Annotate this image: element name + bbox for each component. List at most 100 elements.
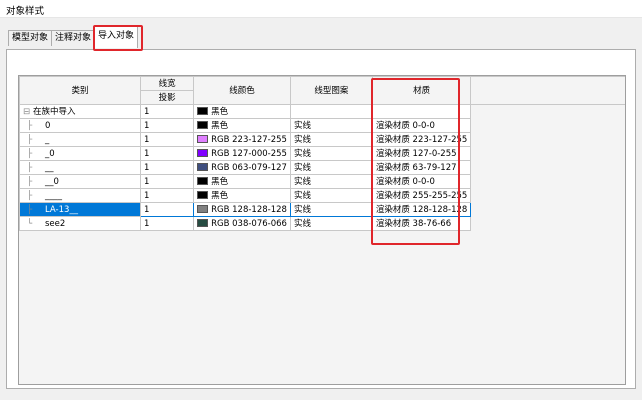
header-line-color[interactable]: 线颜色 (193, 76, 291, 105)
header-filler (470, 76, 625, 105)
cell-line-pattern[interactable]: 实线 (289, 160, 373, 175)
cell-line-pattern[interactable]: 实线 (289, 132, 373, 147)
cell-category[interactable]: └ see2 (18, 216, 142, 231)
cell-material[interactable]: 渲染材质 127-0-255 (371, 146, 472, 161)
tab-imported-objects[interactable]: 导入对象 (94, 26, 139, 48)
color-swatch-icon (197, 120, 209, 129)
table-row[interactable]: ├ __ 1 RGB 063-079-127 实线 渲染材质 63-79-127 (18, 160, 625, 175)
tab-content-panel: 类别 线宽 线颜色 线型图案 材质 投影 ⊟ 在族中导入 1 黑色 ├ 0 1 黑色 实线 渲染材… (6, 49, 636, 389)
material-value: 渲染材质 38-76-66 (375, 218, 452, 229)
cell-category[interactable]: ├ LA-13__ (18, 202, 142, 217)
cell-line-weight[interactable]: 1 (140, 104, 195, 119)
table-row[interactable]: └ see2 1 RGB 038-076-066 实线 渲染材质 38-76-66 (18, 216, 625, 231)
cell-filler (470, 118, 625, 133)
cell-line-color[interactable]: 黑色 (193, 118, 291, 133)
table-row[interactable]: ├ LA-13__ 1 RGB 128-128-128 实线 渲染材质 128-128-1… (18, 202, 625, 217)
cell-line-color[interactable]: RGB 063-079-127 (193, 160, 291, 175)
collapse-toggle-icon[interactable]: ⊟ (23, 106, 33, 118)
cell-material[interactable]: 渲染材质 63-79-127 (371, 160, 472, 175)
tree-line-icon: ├ (27, 162, 33, 173)
tab-strip: 模型对象 注释对象 导入对象 (0, 18, 642, 50)
window-title: 对象样式 (6, 6, 45, 17)
header-category[interactable]: 类别 (18, 76, 142, 105)
tab-model-objects[interactable]: 模型对象 (8, 30, 53, 46)
line-color-value: RGB 128-128-128 (211, 204, 287, 215)
cell-category[interactable]: ├ __ (18, 160, 142, 175)
cell-line-weight[interactable]: 1 (140, 146, 195, 161)
cell-line-pattern[interactable] (289, 104, 373, 119)
line-weight-value: 1 (144, 204, 150, 215)
cell-line-weight[interactable]: 1 (140, 160, 195, 175)
cell-filler (470, 132, 625, 147)
cell-line-pattern[interactable]: 实线 (289, 216, 373, 231)
category-label: __0 (45, 176, 59, 187)
cell-category[interactable]: ├ _0 (18, 146, 142, 161)
table-row[interactable]: ⊟ 在族中导入 1 黑色 (18, 104, 625, 119)
cell-line-color[interactable]: RGB 038-076-066 (193, 216, 291, 231)
cell-category[interactable]: ├ __0 (18, 174, 142, 189)
color-swatch-icon (197, 190, 209, 199)
cell-category[interactable]: ⊟ 在族中导入 (18, 104, 142, 119)
line-weight-value: 1 (144, 148, 150, 159)
line-weight-value: 1 (144, 218, 150, 229)
cell-line-pattern[interactable]: 实线 (289, 174, 373, 189)
header-material[interactable]: 材质 (371, 76, 472, 105)
category-label: see2 (45, 218, 66, 229)
material-value: 渲染材质 223-127-255 (375, 134, 468, 145)
cell-material[interactable]: 渲染材质 223-127-255 (371, 132, 472, 147)
cell-line-pattern[interactable]: 实线 (289, 202, 373, 217)
cell-line-color[interactable]: 黑色 (193, 188, 291, 203)
table-row[interactable]: ├ _ 1 RGB 223-127-255 实线 渲染材质 223-127-255 (18, 132, 625, 147)
category-label: _0 (45, 148, 55, 159)
cell-line-weight[interactable]: 1 (140, 216, 195, 231)
cell-line-color[interactable]: 黑色 (193, 104, 291, 119)
line-weight-value: 1 (144, 120, 150, 131)
cell-line-pattern[interactable]: 实线 (289, 118, 373, 133)
cell-line-weight[interactable]: 1 (140, 188, 195, 203)
cell-line-pattern[interactable]: 实线 (289, 188, 373, 203)
line-pattern-value: 实线 (293, 204, 311, 215)
cell-line-color[interactable]: 黑色 (193, 174, 291, 189)
line-color-value: 黑色 (211, 190, 229, 201)
cell-line-color[interactable]: RGB 223-127-255 (193, 132, 291, 147)
cell-category[interactable]: ├ 0 (18, 118, 142, 133)
cell-line-pattern[interactable]: 实线 (289, 146, 373, 161)
cell-material[interactable]: 渲染材质 255-255-255 (371, 188, 472, 203)
cell-material[interactable] (371, 104, 472, 119)
cell-line-weight[interactable]: 1 (140, 132, 195, 147)
tab-annotation-objects[interactable]: 注释对象 (51, 30, 96, 46)
category-label: 在族中导入 (33, 106, 76, 117)
cell-line-weight[interactable]: 1 (140, 202, 195, 217)
cell-filler (470, 216, 625, 231)
cell-category[interactable]: ├ _ (18, 132, 142, 147)
line-pattern-value: 实线 (293, 120, 311, 131)
cell-category[interactable]: ├ ____ (18, 188, 142, 203)
cell-material[interactable]: 渲染材质 0-0-0 (371, 118, 472, 133)
table-row[interactable]: ├ ____ 1 黑色 实线 渲染材质 255-255-255 (18, 188, 625, 203)
table-row[interactable]: ├ 0 1 黑色 实线 渲染材质 0-0-0 (18, 118, 625, 133)
cell-line-color[interactable]: RGB 128-128-128 (193, 202, 291, 217)
line-pattern-value: 实线 (293, 162, 311, 173)
line-weight-value: 1 (144, 162, 150, 173)
color-swatch-icon (197, 218, 209, 227)
cell-material[interactable]: 渲染材质 38-76-66 (371, 216, 472, 231)
table-row[interactable]: ├ _0 1 RGB 127-000-255 实线 渲染材质 127-0-255 (18, 146, 625, 161)
cell-material[interactable]: 渲染材质 0-0-0 (371, 174, 472, 189)
tree-line-icon: ├ (27, 148, 33, 159)
tab-label: 注释对象 (55, 33, 92, 43)
material-value: 渲染材质 255-255-255 (375, 190, 468, 201)
cell-filler (470, 104, 625, 119)
object-styles-grid-frame[interactable]: 类别 线宽 线颜色 线型图案 材质 投影 ⊟ 在族中导入 1 黑色 ├ 0 1 黑色 实线 渲染材… (18, 75, 626, 385)
header-projection[interactable]: 投影 (140, 90, 195, 105)
header-line-pattern[interactable]: 线型图案 (289, 76, 373, 105)
header-line-weight[interactable]: 线宽 (140, 76, 195, 91)
tree-line-icon: ├ (27, 120, 33, 131)
line-weight-value: 1 (144, 134, 150, 145)
cell-line-weight[interactable]: 1 (140, 118, 195, 133)
cell-material[interactable]: 渲染材质 128-128-128 (371, 202, 472, 217)
material-value: 渲染材质 127-0-255 (375, 148, 457, 159)
tree-line-icon: └ (27, 218, 33, 229)
cell-line-color[interactable]: RGB 127-000-255 (193, 146, 291, 161)
table-row[interactable]: ├ __0 1 黑色 实线 渲染材质 0-0-0 (18, 174, 625, 189)
cell-line-weight[interactable]: 1 (140, 174, 195, 189)
